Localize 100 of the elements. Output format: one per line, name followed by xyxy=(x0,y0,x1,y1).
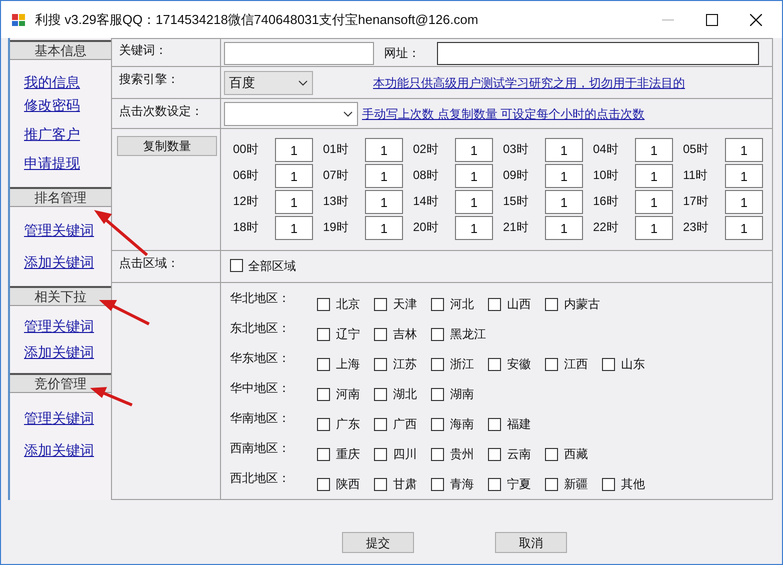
checkbox[interactable] xyxy=(374,328,387,340)
hour-count-field[interactable]: 1 xyxy=(635,138,673,162)
dialog-button[interactable]: 提交 xyxy=(342,532,414,553)
section-header[interactable]: 竞价管理 xyxy=(10,373,111,393)
sidebar-link[interactable]: 管理关键词 xyxy=(24,317,94,335)
checkbox[interactable] xyxy=(317,388,330,400)
sidebar-link[interactable]: 管理关键词 xyxy=(24,409,94,427)
section-header[interactable]: 排名管理 xyxy=(10,187,111,207)
dialog-button[interactable]: 取消 xyxy=(495,532,567,553)
hour-count-field[interactable]: 1 xyxy=(635,164,673,188)
hour-count-field[interactable]: 1 xyxy=(275,138,313,162)
copy-button[interactable]: 复制数量 xyxy=(117,136,217,156)
checkbox-label: 内蒙古 xyxy=(564,296,600,313)
region-label: 西南地区： xyxy=(230,440,291,457)
checkbox[interactable] xyxy=(488,418,501,430)
checkbox[interactable] xyxy=(374,448,387,460)
sidebar-link[interactable]: 添加关键词 xyxy=(24,253,94,271)
sidebar-link[interactable]: 我的信息 xyxy=(24,73,80,91)
checkbox[interactable] xyxy=(317,418,330,430)
checkbox-label: 河北 xyxy=(450,296,474,313)
hour-count-field[interactable]: 1 xyxy=(365,164,403,188)
hour-count-field[interactable]: 1 xyxy=(635,216,673,240)
checkbox[interactable] xyxy=(602,358,615,370)
hour-count-field[interactable]: 1 xyxy=(455,216,493,240)
checkbox-label: 黑龙江 xyxy=(450,326,486,343)
hour-count-field[interactable]: 1 xyxy=(365,138,403,162)
maximize-icon[interactable] xyxy=(706,14,718,26)
hour-count-field[interactable]: 1 xyxy=(455,164,493,188)
checkbox[interactable] xyxy=(317,298,330,310)
checkbox[interactable] xyxy=(374,298,387,310)
hour-count-field[interactable]: 1 xyxy=(365,216,403,240)
checkbox[interactable] xyxy=(374,478,387,490)
sidebar-link[interactable]: 管理关键词 xyxy=(24,221,94,239)
keyword-field[interactable] xyxy=(224,42,374,65)
section-header[interactable]: 基本信息 xyxy=(10,40,111,60)
hour-count-field[interactable]: 1 xyxy=(725,216,763,240)
sidebar-link[interactable]: 修改密码 xyxy=(24,96,80,114)
window-title: 利搜 v3.29客服QQ：1714534218微信740648031支付宝henansoft@126.com xyxy=(35,10,478,29)
checkbox[interactable] xyxy=(317,358,330,370)
checkbox-label: 上海 xyxy=(336,356,360,373)
hour-label: 20时 xyxy=(413,219,440,236)
url-field[interactable] xyxy=(437,42,759,65)
checkbox[interactable] xyxy=(431,298,444,310)
sidebar-link[interactable]: 添加关键词 xyxy=(24,441,94,459)
checkbox[interactable] xyxy=(431,388,444,400)
checkbox-label: 广西 xyxy=(393,416,417,433)
checkbox-label: 北京 xyxy=(336,296,360,313)
sidebar-link[interactable]: 添加关键词 xyxy=(24,343,94,361)
checkbox-label: 湖南 xyxy=(450,386,474,403)
click-count-dropdown[interactable] xyxy=(224,102,358,126)
hour-count-field[interactable]: 1 xyxy=(545,190,583,214)
checkbox-label: 河南 xyxy=(336,386,360,403)
checkbox[interactable] xyxy=(317,448,330,460)
hint-link[interactable]: 手动写上次数 点复制数量 可设定每个小时的点击次数 xyxy=(362,104,645,122)
hour-count-field[interactable]: 1 xyxy=(455,190,493,214)
checkbox[interactable] xyxy=(545,448,558,460)
hour-label: 16时 xyxy=(593,193,620,210)
sidebar-link[interactable]: 申请提现 xyxy=(24,154,80,172)
hour-count-field[interactable]: 1 xyxy=(635,190,673,214)
checkbox[interactable] xyxy=(545,478,558,490)
checkbox[interactable] xyxy=(431,478,444,490)
checkbox[interactable] xyxy=(230,259,243,272)
close-icon[interactable] xyxy=(750,14,762,26)
hour-count-field[interactable]: 1 xyxy=(275,216,313,240)
checkbox[interactable] xyxy=(431,328,444,340)
checkbox[interactable] xyxy=(374,388,387,400)
checkbox-label: 四川 xyxy=(393,446,417,463)
field-label: 点击次数设定： xyxy=(112,99,221,128)
hour-count-field[interactable]: 1 xyxy=(275,190,313,214)
hour-count-field[interactable]: 1 xyxy=(275,164,313,188)
checkbox[interactable] xyxy=(317,478,330,490)
checkbox[interactable] xyxy=(317,328,330,340)
hour-count-field[interactable]: 1 xyxy=(725,138,763,162)
hour-count-field[interactable]: 1 xyxy=(455,138,493,162)
checkbox[interactable] xyxy=(602,478,615,490)
region-label: 华南地区： xyxy=(230,410,291,427)
checkbox[interactable] xyxy=(545,298,558,310)
checkbox[interactable] xyxy=(488,478,501,490)
checkbox[interactable] xyxy=(545,358,558,370)
hour-count-field[interactable]: 1 xyxy=(365,190,403,214)
region-label: 华北地区： xyxy=(230,290,291,307)
hour-count-field[interactable]: 1 xyxy=(725,164,763,188)
hour-label: 01时 xyxy=(323,141,350,158)
checkbox[interactable] xyxy=(431,358,444,370)
section-header[interactable]: 相关下拉 xyxy=(10,286,111,306)
checkbox[interactable] xyxy=(488,358,501,370)
checkbox[interactable] xyxy=(431,448,444,460)
engine-dropdown[interactable]: 百度 xyxy=(224,70,313,94)
checkbox[interactable] xyxy=(374,418,387,430)
hour-count-field[interactable]: 1 xyxy=(545,164,583,188)
hour-count-field[interactable]: 1 xyxy=(725,190,763,214)
checkbox[interactable] xyxy=(374,358,387,370)
sidebar-link[interactable]: 推广客户 xyxy=(24,125,80,143)
hour-count-field[interactable]: 1 xyxy=(545,138,583,162)
checkbox[interactable] xyxy=(488,448,501,460)
checkbox[interactable] xyxy=(488,298,501,310)
checkbox[interactable] xyxy=(431,418,444,430)
region-label: 西北地区： xyxy=(230,470,291,487)
hour-count-field[interactable]: 1 xyxy=(545,216,583,240)
notice-link[interactable]: 本功能只供高级用户测试学习研究之用，切勿用于非法目的 xyxy=(373,74,685,92)
